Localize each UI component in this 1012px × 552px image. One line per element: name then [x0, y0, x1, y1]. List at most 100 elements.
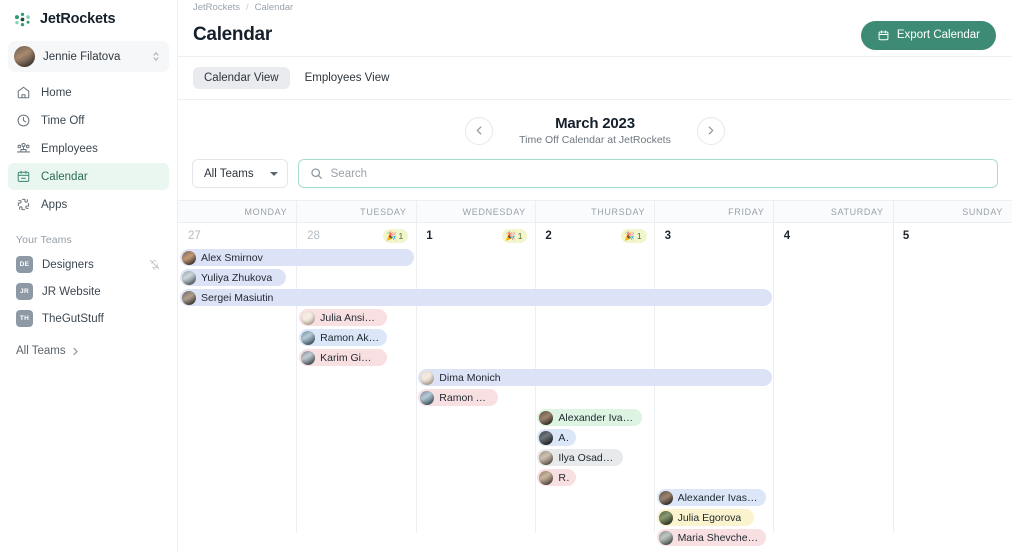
people-icon [16, 141, 31, 156]
calendar-event[interactable]: Rom... [537, 469, 577, 486]
teams-filter-value: All Teams [204, 167, 254, 180]
holiday-count: 1 [517, 231, 523, 241]
brand-name: JetRockets [40, 11, 116, 27]
title-row: Calendar Export Calendar [193, 14, 996, 56]
jetrockets-logo-icon [13, 10, 32, 29]
calendar-export-icon [877, 29, 890, 42]
export-calendar-label: Export Calendar [896, 29, 980, 41]
calendar-event[interactable]: And... [537, 429, 577, 446]
avatar [301, 310, 316, 325]
day-of-week-thursday: THURSDAY [536, 201, 656, 222]
day-cell-1[interactable]: 1 🎉 1 [416, 223, 535, 249]
sidebar-item-employees[interactable]: Employees [8, 135, 169, 162]
tab-calendar-view[interactable]: Calendar View [193, 67, 290, 89]
party-popper-icon: 🎉 [624, 230, 635, 241]
day-cell-3[interactable]: 3 [655, 223, 774, 249]
sidebar-team-thegutstuff[interactable]: TH TheGutStuff [8, 305, 169, 332]
avatar [301, 350, 316, 365]
caret-down-icon [269, 171, 278, 176]
day-cell-27[interactable]: 27 [178, 223, 297, 249]
sidebar-all-teams-link[interactable]: All Teams [0, 332, 177, 357]
calendar-event[interactable]: Julia Ansimova-... [299, 309, 387, 326]
day-number: 1 [426, 230, 433, 242]
calendar-event[interactable]: Karim Gimadeev [299, 349, 387, 366]
calendar-event[interactable]: Ilya Osadchi [537, 449, 623, 466]
event-employee-name: Alex Smirnov [201, 251, 263, 264]
breadcrumb: JetRockets / Calendar [193, 0, 996, 14]
calendar-event[interactable]: Ramon Akhmets... [418, 389, 498, 406]
breadcrumb-item-current[interactable]: Calendar [255, 2, 294, 13]
breadcrumb-separator: / [246, 1, 249, 13]
view-tabs: Calendar View Employees View [178, 57, 1012, 100]
day-cell-28[interactable]: 28 🎉 1 [297, 223, 416, 249]
day-of-week-tuesday: TUESDAY [297, 201, 417, 222]
day-cell-2[interactable]: 2 🎉 1 [535, 223, 654, 249]
holiday-badge[interactable]: 🎉 1 [502, 229, 528, 243]
calendar-event[interactable]: Maria Shevchenko [656, 529, 766, 546]
holiday-count: 1 [398, 231, 404, 241]
day-cell-5[interactable]: 5 [893, 223, 1012, 249]
user-name: Jennie Filatova [43, 50, 121, 63]
avatar [539, 470, 554, 485]
holiday-badge[interactable]: 🎉 1 [382, 229, 409, 243]
sidebar-item-label: Home [41, 86, 72, 99]
holiday-count: 1 [636, 231, 642, 241]
day-number: 4 [783, 230, 791, 242]
sidebar-item-label: Time Off [41, 114, 85, 127]
sidebar-item-time-off[interactable]: Time Off [8, 107, 169, 134]
chevron-right-icon [71, 347, 80, 356]
day-of-week-friday: FRIDAY [655, 201, 775, 222]
calendar-event[interactable]: Yuliya Zhukova [180, 269, 286, 286]
sidebar-item-label: Employees [41, 142, 98, 155]
party-popper-icon: 🎉 [505, 230, 516, 241]
clock-icon [16, 113, 31, 128]
sidebar-team-designers[interactable]: DE Designers [8, 251, 169, 278]
main-content: JetRockets / Calendar Calendar Export Ca… [178, 0, 1012, 552]
calendar-event[interactable]: Alexander Ivashkin [656, 489, 766, 506]
breadcrumb-item-root[interactable]: JetRockets [193, 2, 240, 13]
calendar-event[interactable]: Alexander Ivashkin [537, 409, 642, 426]
sidebar-item-home[interactable]: Home [8, 79, 169, 106]
teams-filter-dropdown[interactable]: All Teams [192, 159, 288, 188]
event-employee-name: Maria Shevchenko [677, 531, 759, 544]
search-input[interactable] [330, 167, 986, 180]
teams-section-title: Your Teams [16, 234, 72, 246]
event-employee-name: Ilya Osadchi [558, 451, 616, 464]
export-calendar-button[interactable]: Export Calendar [860, 20, 996, 50]
brand[interactable]: JetRockets [0, 0, 177, 38]
home-icon [16, 85, 31, 100]
day-number: 28 [307, 230, 320, 242]
next-month-button[interactable] [696, 116, 725, 145]
calendar-subtitle: Time Off Calendar at JetRockets [519, 134, 671, 146]
calendar-event[interactable]: Julia Egorova [656, 509, 754, 526]
avatar [182, 250, 196, 265]
search-box[interactable] [297, 159, 998, 188]
day-of-week-header: MONDAY TUESDAY WEDNESDAY THURSDAY FRIDAY SATU… [178, 201, 1012, 223]
event-employee-name: Alexander Ivashkin [677, 491, 759, 504]
avatar [539, 430, 554, 445]
user-switcher[interactable]: Jennie Filatova [8, 41, 169, 72]
sidebar-team-jr-website[interactable]: JR JR Website [8, 278, 169, 305]
sidebar-item-label: Calendar [41, 170, 88, 183]
avatar [658, 510, 673, 525]
event-employee-name: Julia Egorova [677, 511, 742, 524]
calendar-event[interactable]: Dima Monich [418, 369, 772, 386]
avatar [658, 490, 673, 505]
day-cell-4[interactable]: 4 [774, 223, 893, 249]
all-teams-label: All Teams [16, 345, 66, 357]
sidebar-item-apps[interactable]: Apps [8, 191, 169, 218]
calendar-event[interactable]: Sergei Masiutin [180, 289, 772, 306]
tab-employees-view[interactable]: Employees View [294, 67, 401, 89]
team-initials-badge: TH [16, 310, 33, 327]
sidebar-item-calendar[interactable]: Calendar [8, 163, 169, 190]
calendar-icon [16, 169, 31, 184]
bell-off-icon[interactable] [148, 258, 161, 271]
calendar-event[interactable]: Alex Smirnov [180, 249, 415, 266]
calendar-event[interactable]: Ramon Akhmets... [299, 329, 387, 346]
avatar [14, 46, 35, 67]
current-month: March 2023 [555, 115, 635, 132]
prev-month-button[interactable] [465, 116, 494, 145]
day-of-week-sunday: SUNDAY [962, 206, 1003, 217]
holiday-badge[interactable]: 🎉 1 [621, 229, 647, 243]
chevron-up-down-icon [151, 50, 161, 63]
